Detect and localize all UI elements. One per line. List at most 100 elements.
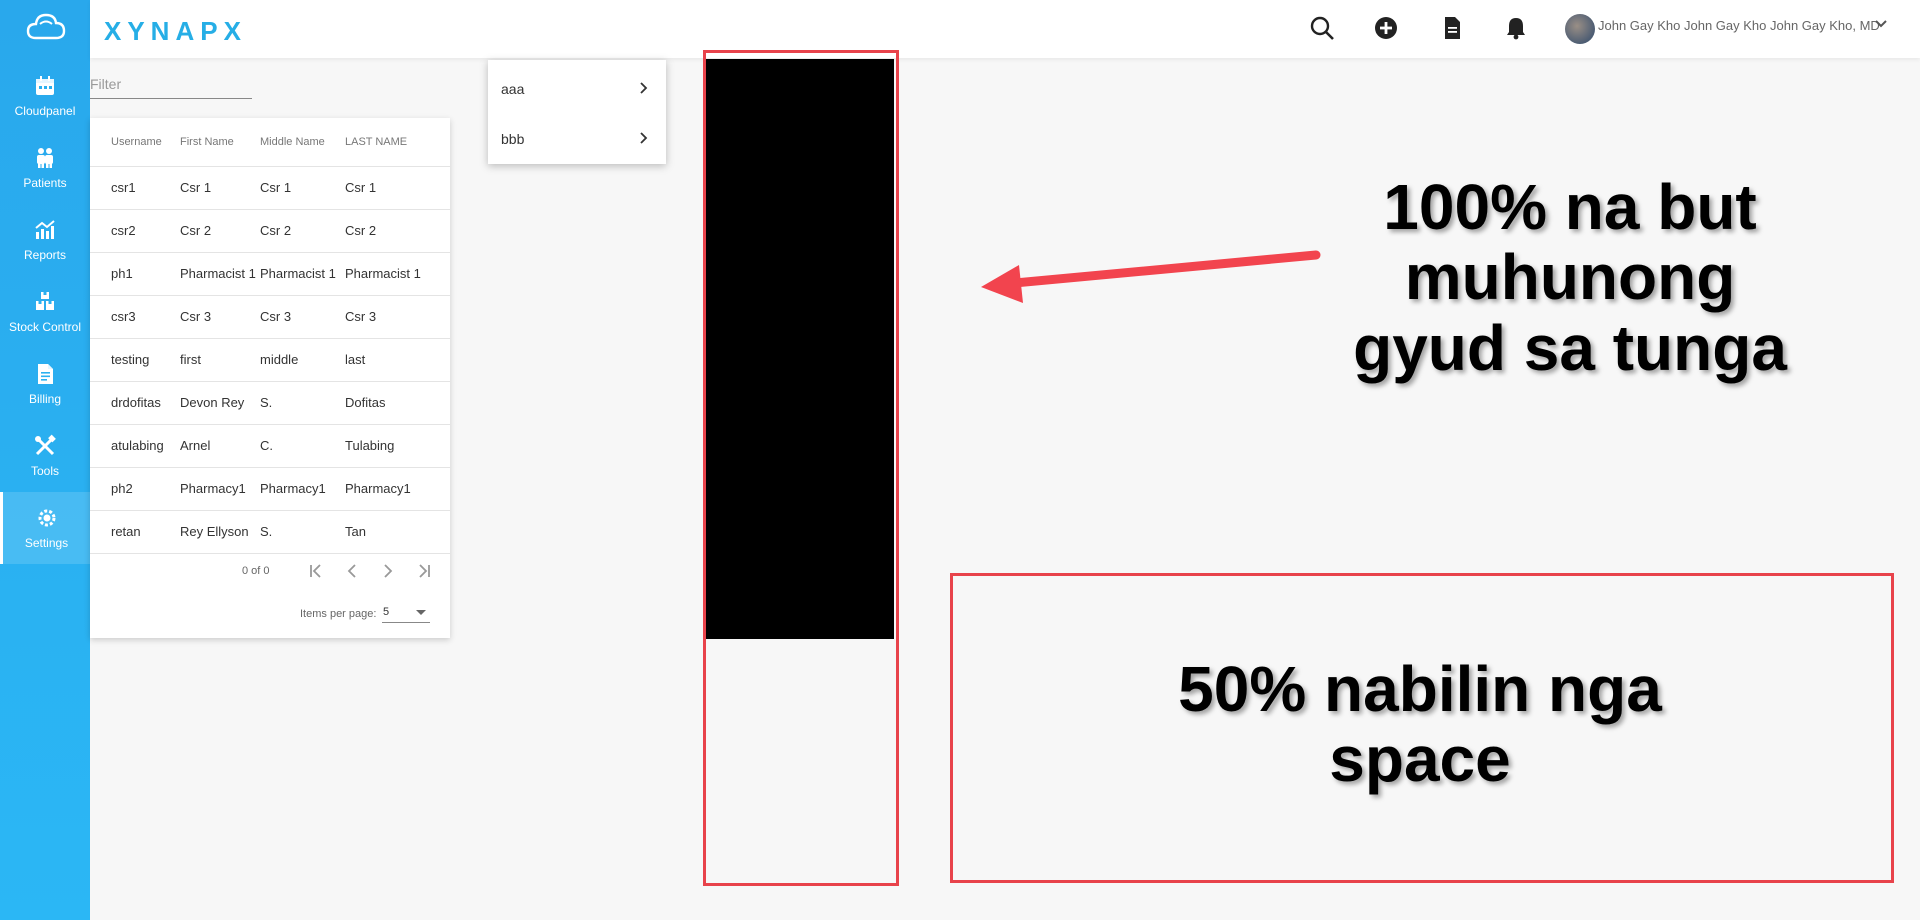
chart-icon — [35, 220, 55, 239]
table-row[interactable]: csr1 Csr 1 Csr 1 Csr 1 — [90, 166, 450, 210]
cell-middle-name: Csr 3 — [260, 309, 292, 324]
cell-middle-name: Csr 1 — [260, 180, 292, 195]
cell-username: ph2 — [111, 481, 133, 496]
cell-last-name: Pharmacist 1 — [345, 266, 421, 281]
sidebar-item-label: Settings — [24, 536, 69, 550]
previous-page-icon[interactable] — [341, 560, 363, 582]
cell-username: ph1 — [111, 266, 133, 281]
table-row[interactable]: drdofitas Devon Rey S. Dofitas — [90, 381, 450, 425]
sidebar-item-label: Billing — [28, 392, 61, 406]
filled-area-bar — [706, 59, 894, 639]
cell-middle-name: Pharmacist 1 — [260, 266, 336, 281]
sidebar-item-cloudpanel[interactable]: Cloudpanel — [0, 60, 90, 132]
cell-last-name: Pharmacy1 — [345, 481, 411, 496]
annotation-arrow-icon — [981, 250, 1321, 303]
document-icon[interactable] — [1438, 14, 1466, 42]
cell-middle-name: S. — [260, 524, 273, 539]
annotation-text-bottom: 50% nabilin nga space — [1178, 653, 1662, 796]
column-header-middle-name[interactable]: Middle Name — [260, 136, 325, 148]
cell-middle-name: C. — [260, 438, 273, 453]
sidebar-item-tools[interactable]: Tools — [0, 420, 90, 492]
cell-first-name: Csr 1 — [180, 180, 212, 195]
filter-input[interactable] — [90, 70, 252, 99]
cell-last-name: Csr 2 — [345, 223, 377, 238]
table-row[interactable]: csr2 Csr 2 Csr 2 Csr 2 — [90, 209, 450, 253]
cell-first-name: Arnel — [180, 438, 211, 453]
sidebar-item-label: Stock Control — [8, 320, 82, 334]
cell-last-name: Dofitas — [345, 395, 386, 410]
sidebar-item-label: Tools — [30, 464, 59, 478]
settings-icon — [38, 509, 55, 527]
column-header-first-name[interactable]: First Name — [180, 136, 234, 148]
sidebar-item-label: Reports — [23, 248, 67, 262]
next-page-icon[interactable] — [377, 560, 399, 582]
first-page-icon[interactable] — [305, 560, 327, 582]
cell-middle-name: S. — [260, 395, 273, 410]
menu-item-label: bbb — [501, 131, 525, 147]
cell-first-name: Pharmacy1 — [180, 481, 246, 496]
items-per-page-select[interactable]: 5 — [382, 602, 430, 623]
sidebar-item-reports[interactable]: Reports — [0, 204, 90, 276]
cell-middle-name: Pharmacy1 — [260, 481, 326, 496]
column-header-last-name[interactable]: LAST NAME — [345, 136, 407, 148]
avatar[interactable] — [1565, 14, 1595, 44]
menu-item-aaa[interactable]: aaa — [488, 65, 666, 113]
sidebar-item-billing[interactable]: Billing — [0, 348, 90, 420]
cell-first-name: first — [180, 352, 201, 367]
cell-first-name: Csr 2 — [180, 223, 212, 238]
sidebar-item-settings[interactable]: Settings — [0, 492, 90, 564]
table-row[interactable]: ph2 Pharmacy1 Pharmacy1 Pharmacy1 — [90, 467, 450, 511]
calendar-icon — [36, 76, 54, 95]
user-name[interactable]: John Gay Kho John Gay Kho John Gay Kho, … — [1598, 18, 1880, 33]
sidebar-item-patients[interactable]: Patients — [0, 132, 90, 204]
cell-middle-name: Csr 2 — [260, 223, 292, 238]
cell-username: retan — [111, 524, 141, 539]
items-per-page-label: Items per page: — [300, 608, 377, 620]
cell-username: atulabing — [111, 438, 164, 453]
chevron-right-icon — [640, 132, 648, 144]
cell-last-name: Csr 1 — [345, 180, 377, 195]
chevron-right-icon — [640, 82, 648, 94]
last-page-icon[interactable] — [413, 560, 435, 582]
context-menu: aaa bbb — [488, 60, 666, 164]
cell-username: csr2 — [111, 223, 136, 238]
boxes-icon — [36, 292, 54, 310]
table-row[interactable]: retan Rey Ellyson S. Tan — [90, 510, 450, 554]
paginator-range: 0 of 0 — [242, 565, 270, 577]
sidebar-item-label: Patients — [23, 176, 67, 190]
cell-last-name: last — [345, 352, 366, 367]
cell-username: csr1 — [111, 180, 136, 195]
table-header: Username First Name Middle Name LAST NAM… — [90, 118, 450, 167]
table-row[interactable]: ph1 Pharmacist 1 Pharmacist 1 Pharmacist… — [90, 252, 450, 296]
cell-first-name: Pharmacist 1 — [180, 266, 256, 281]
cell-first-name: Rey Ellyson — [180, 524, 249, 539]
document-icon — [38, 364, 53, 384]
chevron-down-icon[interactable] — [1871, 14, 1891, 34]
tools-icon — [35, 434, 56, 456]
caret-down-icon — [416, 610, 426, 615]
cell-last-name: Csr 3 — [345, 309, 377, 324]
menu-item-bbb[interactable]: bbb — [488, 115, 666, 163]
cell-first-name: Csr 3 — [180, 309, 212, 324]
table-row[interactable]: csr3 Csr 3 Csr 3 Csr 3 — [90, 295, 450, 339]
menu-item-label: aaa — [501, 81, 525, 97]
top-header: XYNAPX John Gay Kho John Gay Kho John Ga… — [90, 0, 1920, 58]
column-header-username[interactable]: Username — [111, 136, 162, 148]
table-row[interactable]: atulabing Arnel C. Tulabing — [90, 424, 450, 468]
cell-username: testing — [111, 352, 150, 367]
cloud-logo-icon[interactable] — [26, 10, 66, 46]
sidebar-item-stock-control[interactable]: Stock Control — [0, 276, 90, 348]
people-icon — [37, 148, 53, 168]
cell-last-name: Tulabing — [345, 438, 395, 453]
cell-username: csr3 — [111, 309, 136, 324]
users-table-card: Username First Name Middle Name LAST NAM… — [90, 118, 450, 638]
brand-logo: XYNAPX — [104, 16, 247, 46]
add-circle-icon[interactable] — [1372, 14, 1400, 42]
table-row[interactable]: testing first middle last — [90, 338, 450, 382]
cell-username: drdofitas — [111, 395, 161, 410]
cell-middle-name: middle — [260, 352, 299, 367]
annotation-text-top: 100% na but muhunong gyud sa tunga — [1353, 171, 1787, 384]
sidebar: Cloudpanel Patients Reports Stock Contro… — [0, 0, 90, 920]
bell-icon[interactable] — [1502, 14, 1530, 42]
search-icon[interactable] — [1308, 14, 1336, 42]
